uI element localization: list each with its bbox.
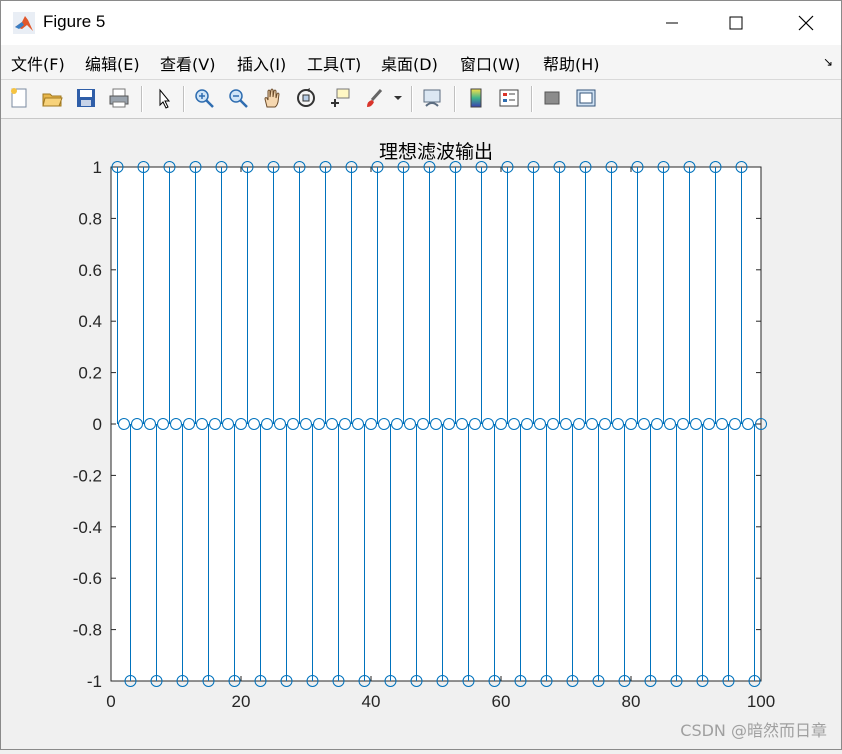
dock-arrow-icon[interactable]: ↘: [823, 55, 833, 69]
menu-file[interactable]: 文件(F): [11, 51, 65, 75]
x-tick-label: 60: [492, 692, 511, 711]
y-tick-label: 0: [93, 415, 102, 434]
window-title: Figure 5: [43, 12, 106, 31]
open-file-icon[interactable]: [39, 85, 65, 111]
maximize-icon: [729, 16, 743, 30]
hide-plot-tools-icon[interactable]: [539, 85, 565, 111]
pan-hand-icon[interactable]: [259, 85, 285, 111]
toolbar-separator: [141, 86, 143, 112]
figure-canvas: -1 -0.8 -0.6 -0.4 -0.2 0 0.2 0.4 0.6 0.8 1 0 20 40 60…: [1, 119, 841, 749]
close-icon: [798, 15, 814, 31]
y-tick-label: -0.4: [73, 518, 102, 537]
minimize-button[interactable]: [649, 1, 695, 45]
close-button[interactable]: [783, 1, 829, 45]
chart-title: 理想滤波输出: [379, 141, 493, 163]
x-tick-label: 40: [362, 692, 381, 711]
save-icon[interactable]: [73, 85, 99, 111]
x-tick-label: 100: [747, 692, 775, 711]
y-tick-label: -1: [87, 672, 102, 691]
x-tick-label: 20: [232, 692, 251, 711]
brush-dropdown-icon[interactable]: [391, 85, 405, 111]
data-cursor-icon[interactable]: [327, 85, 353, 111]
menu-bar: 文件(F) 编辑(E) 查看(V) 插入(I) 工具(T) 桌面(D) 窗口(W…: [1, 45, 841, 80]
toolbar-separator: [411, 86, 413, 112]
y-tick-label: 1: [93, 158, 102, 177]
zoom-in-icon[interactable]: [191, 85, 217, 111]
rotate-3d-icon[interactable]: [293, 85, 319, 111]
minimize-icon: [666, 22, 678, 24]
y-tick-label: 0.2: [78, 364, 102, 383]
y-tick-label: -0.2: [73, 466, 102, 485]
menu-help[interactable]: 帮助(H): [543, 51, 600, 75]
maximize-button[interactable]: [713, 1, 759, 45]
stem-plot[interactable]: -1 -0.8 -0.6 -0.4 -0.2 0 0.2 0.4 0.6 0.8 1 0 20 40 60…: [1, 119, 841, 749]
menu-tools[interactable]: 工具(T): [307, 51, 361, 75]
title-bar: Figure 5: [1, 1, 841, 45]
new-figure-icon[interactable]: [6, 85, 32, 111]
y-tick-label: -0.8: [73, 621, 102, 640]
x-tick-label: 0: [106, 692, 115, 711]
watermark: CSDN @暗然而日章: [680, 721, 827, 740]
y-tick-label: 0.8: [78, 209, 102, 228]
show-plot-tools-icon[interactable]: [573, 85, 599, 111]
matlab-logo-icon: [13, 12, 35, 34]
pointer-icon[interactable]: [151, 85, 177, 111]
toolbar-separator: [531, 86, 533, 112]
link-plot-icon[interactable]: [419, 85, 445, 111]
figure-toolbar: [1, 80, 841, 119]
brush-icon[interactable]: [361, 85, 387, 111]
menu-window[interactable]: 窗口(W): [460, 51, 520, 75]
y-tick-label: -0.6: [73, 569, 102, 588]
menu-desktop[interactable]: 桌面(D): [381, 51, 438, 75]
menu-view[interactable]: 查看(V): [160, 51, 215, 75]
figure-window: Figure 5 文件(F) 编辑(E) 查看(V) 插入(I) 工具(T) 桌…: [0, 0, 842, 750]
y-tick-label: 0.6: [78, 261, 102, 280]
menu-edit[interactable]: 编辑(E): [85, 51, 140, 75]
zoom-out-icon[interactable]: [225, 85, 251, 111]
legend-icon[interactable]: [496, 85, 522, 111]
colorbar-icon[interactable]: [463, 85, 489, 111]
x-tick-label: 80: [622, 692, 641, 711]
toolbar-separator: [454, 86, 456, 112]
print-icon[interactable]: [106, 85, 132, 111]
menu-insert[interactable]: 插入(I): [237, 51, 286, 75]
y-tick-label: 0.4: [78, 312, 102, 331]
toolbar-separator: [183, 86, 185, 112]
